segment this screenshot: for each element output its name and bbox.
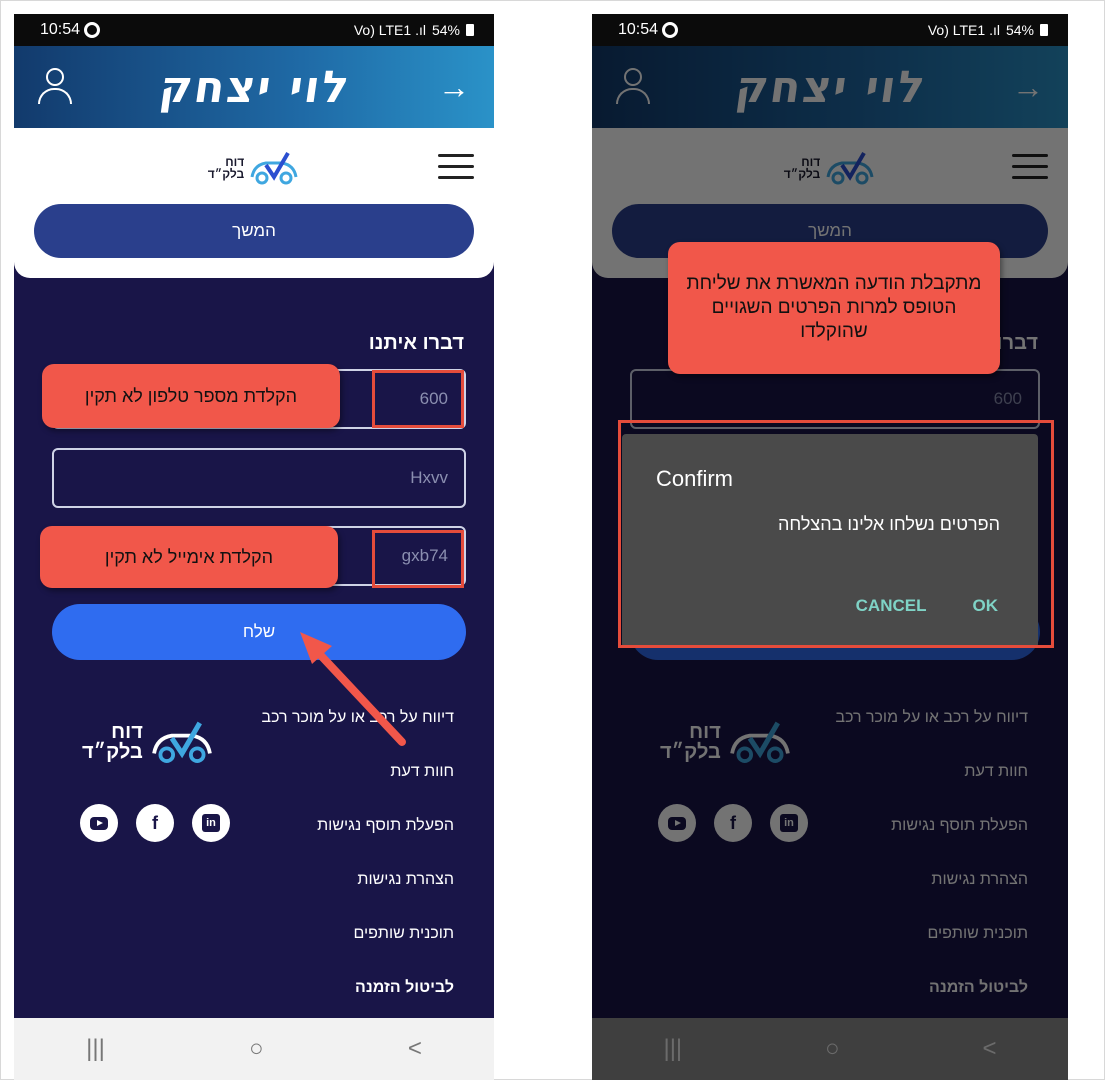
home-icon[interactable]: ○ bbox=[249, 1035, 264, 1063]
phone-screen-before: 10:54 Vo) LTE1 .ıl 54% לוי יצחק → דוח בלק״… bbox=[14, 14, 494, 1080]
annotation-arrow-icon bbox=[300, 632, 406, 746]
highlight-dialog-box bbox=[618, 420, 1054, 648]
battery-icon bbox=[1040, 24, 1048, 36]
clock: 10:54 bbox=[618, 21, 679, 39]
callout-result-note: מתקבלת הודעה המאשרת את שליחת הטופס למרות… bbox=[668, 242, 1000, 374]
recents-icon[interactable]: ||| bbox=[86, 1035, 105, 1063]
back-icon[interactable]: < bbox=[408, 1035, 422, 1063]
android-nav-bar: ||| ○ < bbox=[14, 1018, 494, 1080]
status-indicators: Vo) LTE1 .ıl 54% bbox=[928, 22, 1048, 38]
status-ring-icon bbox=[662, 22, 679, 38]
phone-screen-after: 10:54 Vo) LTE1 .ıl54% לוי יצחק → דוחבלק״… bbox=[592, 14, 1068, 1080]
status-bar: 10:54 Vo) LTE1 .ıl 54% bbox=[592, 14, 1068, 46]
